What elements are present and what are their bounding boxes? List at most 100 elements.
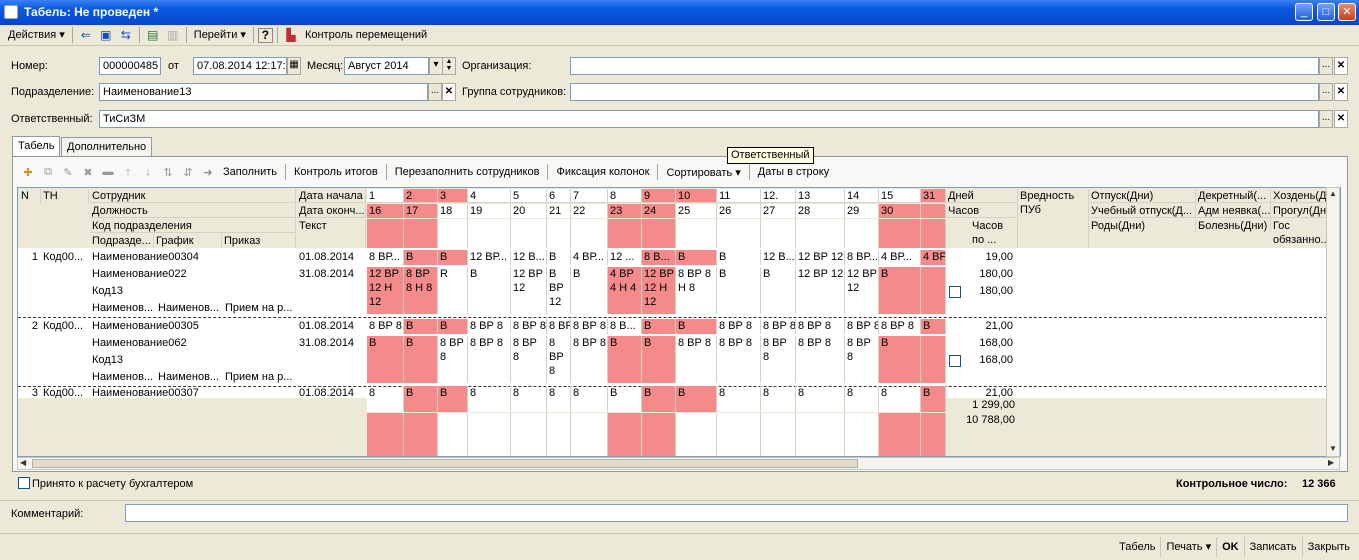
sort-menu[interactable]: Сортировать ▾	[661, 166, 745, 179]
month-spin-icon[interactable]: ▲ ▼	[442, 57, 456, 75]
goto-menu[interactable]: Перейти ▾	[190, 26, 250, 45]
actions-menu[interactable]: Действия ▾	[4, 26, 69, 45]
vertical-scrollbar[interactable]: ▲ ▼	[1326, 187, 1340, 457]
day-cell[interactable]: 12 ВР 12	[796, 250, 845, 265]
fix-columns-button[interactable]: Фиксация колонок	[551, 166, 654, 178]
employee-group-select-button[interactable]: ...	[1319, 83, 1333, 101]
day-cell[interactable]: В	[438, 250, 468, 265]
day-cell[interactable]: В	[404, 336, 438, 383]
timesheet-button[interactable]: Табель	[1114, 537, 1162, 557]
sort-asc-icon[interactable]: ⇅	[158, 163, 178, 181]
day-cell[interactable]: В	[676, 319, 717, 334]
day-cell[interactable]: 4 ВР...	[571, 250, 608, 265]
add-row-icon[interactable]: ✚	[18, 163, 38, 181]
movement-chart-icon[interactable]: ▙	[282, 26, 300, 44]
day-cell[interactable]: 8 ВР 8 Н 8	[676, 267, 717, 314]
day-cell[interactable]: 8 ВР 8	[761, 319, 796, 334]
day-cell[interactable]: R	[438, 267, 468, 314]
movement-control-button[interactable]: Контроль перемещений	[301, 26, 431, 45]
tab-additional[interactable]: Дополнительно	[61, 137, 153, 156]
day-cell[interactable]: 8 ВР 8	[367, 319, 404, 334]
day-cell[interactable]: 8 ВР 8	[571, 336, 608, 383]
responsible-clear-icon[interactable]: ✕	[1334, 110, 1348, 128]
day-cell[interactable]: 12 В...	[761, 250, 796, 265]
end-edit-icon[interactable]: ▬	[98, 163, 118, 181]
document-structure-icon[interactable]: ▣	[97, 26, 115, 44]
save-button[interactable]: Записать	[1245, 537, 1303, 557]
day-cell[interactable]: В ВР 12	[547, 267, 571, 314]
row-checkbox[interactable]	[949, 286, 961, 298]
row-employee[interactable]: Наименование00305	[90, 319, 296, 333]
sort-desc-icon[interactable]: ⇵	[178, 163, 198, 181]
comment-field[interactable]	[125, 504, 1348, 522]
organization-clear-icon[interactable]: ✕	[1334, 57, 1348, 75]
day-cell[interactable]	[921, 336, 946, 383]
responsible-select-button[interactable]: ...	[1319, 110, 1333, 128]
day-cell[interactable]: 8 ВР 8	[571, 319, 608, 334]
scroll-left-icon[interactable]: ◀	[20, 458, 26, 467]
horizontal-scrollbar[interactable]: ◀ ▶	[17, 457, 1340, 470]
day-cell[interactable]: В	[404, 250, 438, 265]
timesheet-table[interactable]: N ТН Сотрудник Должность Код подразделения По…	[17, 187, 1341, 457]
day-cell[interactable]: В	[642, 319, 676, 334]
day-cell[interactable]: 12 ВР 12	[845, 267, 879, 314]
day-cell[interactable]: В	[608, 336, 642, 383]
move-up-icon[interactable]: ↑	[118, 163, 138, 181]
control-totals-button[interactable]: Контроль итогов	[289, 166, 383, 178]
row-employee[interactable]: Наименование00304	[90, 250, 296, 264]
date-field[interactable]: 07.08.2014 12:17:32	[193, 57, 287, 75]
day-cell[interactable]: 8 ВР 8	[468, 319, 511, 334]
day-cell[interactable]: 8 ВР...	[367, 250, 404, 265]
move-down-icon[interactable]: ↓	[138, 163, 158, 181]
ok-button[interactable]: OK	[1217, 537, 1245, 557]
help-button[interactable]: ?	[257, 27, 273, 43]
edit-row-icon[interactable]: ✎	[58, 163, 78, 181]
day-cell[interactable]: 8 ВР 8	[547, 319, 571, 334]
dates-in-row-button[interactable]: Даты в строку	[753, 166, 834, 178]
day-cell[interactable]: 8 ВР 8	[717, 336, 761, 383]
day-cell[interactable]: 8 ВР 8	[879, 319, 921, 334]
department-clear-icon[interactable]: ✕	[442, 83, 456, 101]
day-cell[interactable]: В	[367, 336, 404, 383]
close-button[interactable]: ✕	[1338, 3, 1356, 21]
day-cell[interactable]: В	[879, 336, 921, 383]
organization-field[interactable]	[570, 57, 1319, 75]
post-document-icon[interactable]: ▤	[144, 26, 162, 44]
day-cell[interactable]: 8 ВР 8	[796, 319, 845, 334]
print-menu[interactable]: Печать ▾	[1161, 537, 1218, 557]
fill-button[interactable]: Заполнить	[218, 166, 282, 178]
back-arrow-icon[interactable]: ⇐	[77, 26, 95, 44]
day-cell[interactable]: 8 ВР 8	[547, 336, 571, 383]
day-cell[interactable]: 8 ВР 8	[845, 336, 879, 383]
day-cell[interactable]: 8 ВР 8	[438, 336, 468, 383]
day-cell[interactable]: 4 ВР 4 Н 4	[608, 267, 642, 314]
horizontal-scroll-thumb[interactable]	[32, 459, 858, 468]
number-field[interactable]: 000000485	[99, 57, 161, 75]
day-cell[interactable]: 8 ВР 8	[468, 336, 511, 383]
day-cell[interactable]: 8 ВР 8	[511, 319, 547, 334]
close-form-button[interactable]: Закрыть	[1303, 537, 1355, 557]
day-cell[interactable]: 8 ВР 8	[676, 336, 717, 383]
minimize-button[interactable]: _	[1295, 3, 1313, 21]
day-cell[interactable]: В	[438, 319, 468, 334]
unpost-document-icon[interactable]: ▥	[164, 26, 182, 44]
day-cell[interactable]: 12 ...	[608, 250, 642, 265]
day-cell[interactable]: 12 ВР 12	[796, 267, 845, 314]
department-field[interactable]: Наименование13	[99, 83, 428, 101]
day-cell[interactable]: В	[547, 250, 571, 265]
day-cell[interactable]: 12 ВР 12	[511, 267, 547, 314]
responsible-field[interactable]: ТиСиЗМ	[99, 110, 1319, 128]
day-cell[interactable]: В	[761, 267, 796, 314]
employee-group-field[interactable]	[570, 83, 1319, 101]
tab-timesheet[interactable]: Табель	[12, 136, 61, 156]
scroll-down-icon[interactable]: ▼	[1329, 444, 1337, 453]
day-cell[interactable]: 4 ВР...	[879, 250, 921, 265]
day-cell[interactable]: 8 ВР 8	[511, 336, 547, 383]
day-cell[interactable]: 12 В...	[511, 250, 547, 265]
day-cell[interactable]: 8 ВР...	[845, 250, 879, 265]
scroll-right-icon[interactable]: ▶	[1328, 458, 1334, 467]
day-cell[interactable]: 8 ВР 8 Н 8	[404, 267, 438, 314]
scroll-up-icon[interactable]: ▲	[1329, 189, 1337, 198]
day-cell[interactable]: 12 ВР...	[468, 250, 511, 265]
day-cell[interactable]: В	[921, 319, 946, 334]
